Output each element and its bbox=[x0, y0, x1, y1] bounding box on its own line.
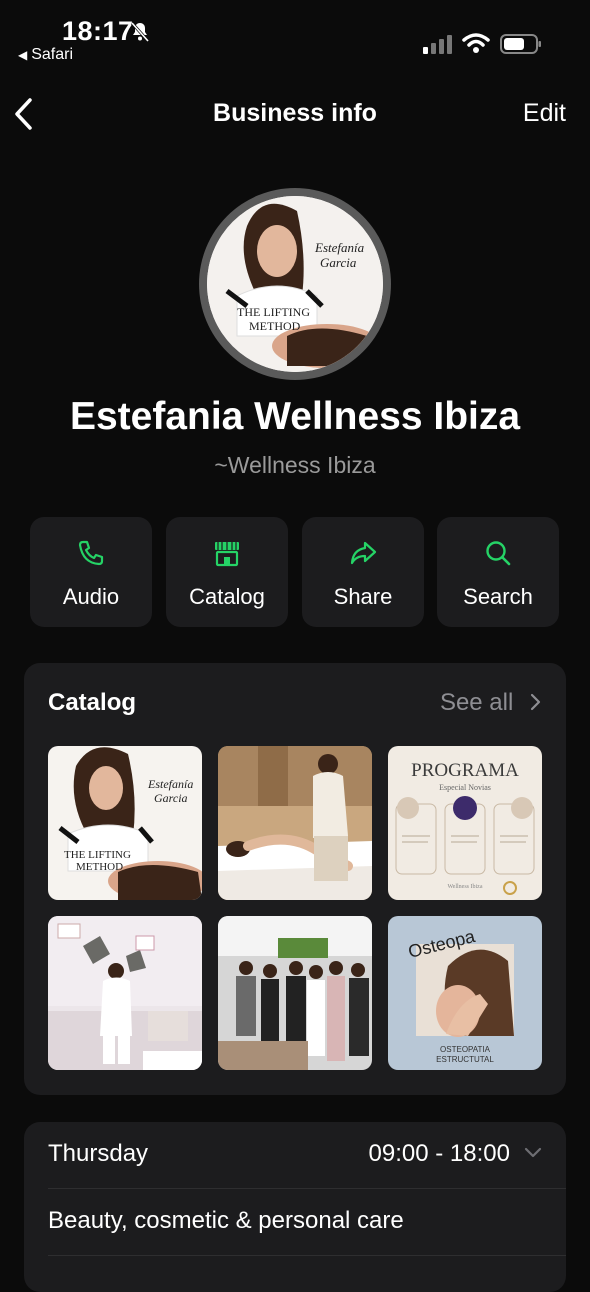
hours-time: 09:00 - 18:00 bbox=[368, 1140, 510, 1167]
business-hours-row[interactable]: Thursday 09:00 - 18:00 bbox=[48, 1122, 566, 1189]
business-name: Estefania Wellness Ibiza bbox=[69, 395, 521, 438]
see-all-link[interactable]: See all bbox=[440, 689, 542, 717]
share-label: Share bbox=[333, 584, 393, 609]
wifi-icon bbox=[462, 33, 490, 53]
edit-button[interactable]: Edit bbox=[523, 99, 566, 128]
hours-day: Thursday bbox=[48, 1140, 149, 1167]
catalog-title: Catalog bbox=[48, 689, 137, 716]
avatar-method-line1: THE LIFTING bbox=[237, 305, 310, 319]
catalog-item-osteopatia[interactable]: Osteopa OSTEOPATIA ESTRUCTUTAL bbox=[388, 916, 542, 1070]
avatar-signature-line2: Garcia bbox=[320, 255, 357, 270]
catalog-item-massage[interactable] bbox=[218, 746, 372, 900]
search-icon bbox=[486, 541, 511, 566]
battery-icon bbox=[500, 34, 541, 54]
business-category: Beauty, cosmetic & personal care bbox=[48, 1207, 404, 1234]
catalog-item-programa[interactable]: PROGRAMA Especial Novias Wellness Ibiza bbox=[388, 746, 542, 900]
search-button[interactable]: Search bbox=[437, 517, 559, 627]
osteo-caption-line1: OSTEOPATIA bbox=[440, 1045, 491, 1054]
catalog-button[interactable]: Catalog bbox=[166, 517, 288, 627]
chevron-down-icon bbox=[524, 1147, 542, 1158]
thumb1-method-line1: THE LIFTING bbox=[64, 849, 131, 861]
signal-icon bbox=[423, 35, 452, 54]
share-icon bbox=[350, 541, 377, 565]
store-icon bbox=[215, 542, 239, 567]
osteo-caption-line2: ESTRUCTUTAL bbox=[436, 1055, 494, 1064]
business-info-card: Thursday 09:00 - 18:00 Beauty, cosmetic … bbox=[24, 1122, 566, 1292]
avatar[interactable]: Estefanía Garcia THE LIFTING METHOD bbox=[199, 188, 391, 380]
catalog-card: Catalog See all Estefanía Garcia THE LIF… bbox=[24, 663, 566, 1095]
phone-icon bbox=[78, 540, 104, 566]
audio-label: Audio bbox=[62, 584, 120, 609]
page-title: Business info bbox=[213, 99, 377, 127]
catalog-label: Catalog bbox=[189, 584, 265, 609]
business-subtitle: ~Wellness Ibiza bbox=[214, 452, 376, 478]
avatar-image: Estefanía Garcia THE LIFTING METHOD bbox=[207, 196, 383, 372]
catalog-item-lifting-method[interactable]: Estefanía Garcia THE LIFTING METHOD bbox=[48, 746, 202, 900]
thumb1-signature-line1: Estefanía bbox=[147, 777, 193, 791]
back-app-label: Safari bbox=[31, 46, 74, 63]
see-all-label: See all bbox=[439, 689, 514, 716]
avatar-method-line2: METHOD bbox=[249, 319, 301, 333]
programa-subtitle: Especial Novias bbox=[439, 783, 491, 792]
programa-title: PROGRAMA bbox=[411, 760, 519, 781]
back-to-app[interactable]: ◀ Safari bbox=[18, 46, 73, 64]
back-triangle-icon: ◀ bbox=[18, 48, 28, 62]
silent-bell-icon bbox=[130, 22, 150, 42]
catalog-item-clinic[interactable] bbox=[48, 916, 202, 1070]
thumb1-method-line2: METHOD bbox=[76, 861, 123, 873]
chevron-right-icon bbox=[530, 693, 541, 711]
thumb1-signature-line2: Garcia bbox=[154, 791, 188, 805]
catalog-item-group[interactable] bbox=[218, 916, 372, 1070]
category-row: Beauty, cosmetic & personal care bbox=[48, 1189, 566, 1256]
share-button[interactable]: Share bbox=[302, 517, 424, 627]
avatar-signature-line1: Estefanía bbox=[314, 240, 365, 255]
search-label: Search bbox=[463, 584, 533, 609]
status-time: 18:17 bbox=[62, 16, 134, 46]
audio-call-button[interactable]: Audio bbox=[30, 517, 152, 627]
programa-footer: Wellness Ibiza bbox=[447, 884, 482, 890]
